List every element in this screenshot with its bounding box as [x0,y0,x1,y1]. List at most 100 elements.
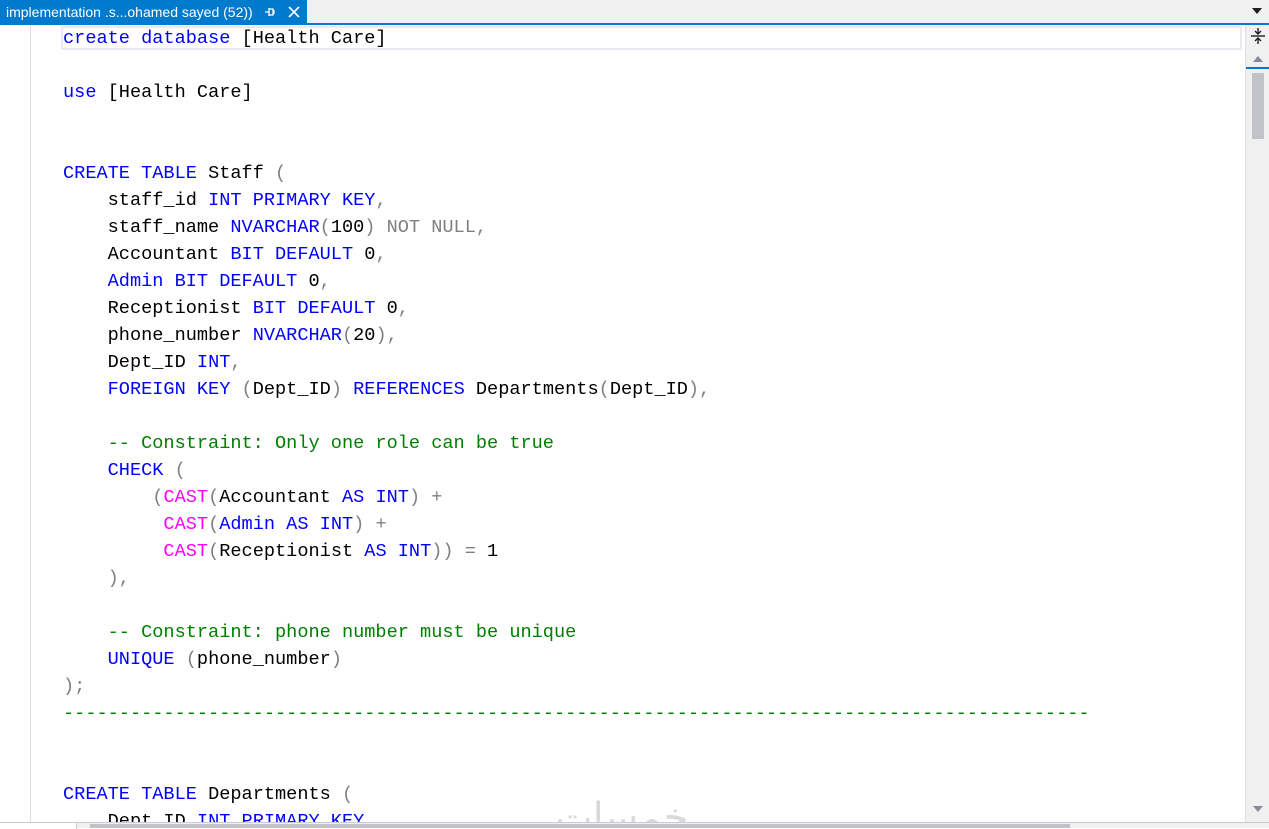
code-line[interactable]: -- Constraint: phone number must be uniq… [63,619,1090,646]
code-line[interactable]: -- Constraint: Only one role can be true [63,430,1090,457]
code-token: ( [174,649,197,670]
code-token: CAST [63,541,209,562]
code-line[interactable]: (CAST(Accountant AS INT) + [63,484,1090,511]
code-token: ( [341,784,354,805]
code-token: CREATE TABLE [63,163,197,184]
code-token: Receptionist [63,298,253,319]
code-token: -- Constraint: phone number must be uniq… [63,622,577,643]
code-token: Dept_ID [63,811,197,822]
code-line[interactable]: FOREIGN KEY ( Dept_ID) REFERENCES Departm… [63,376,1090,403]
code-token: NVARCHAR [252,325,342,346]
code-editor[interactable]: create database [Health Care] use [Health… [0,25,1245,822]
code-token: staff_name [63,217,231,238]
code-token: , [319,271,331,292]
vertical-scrollbar[interactable] [1245,25,1269,822]
code-token: BIT DEFAULT [230,244,354,265]
code-line[interactable]: create database [Health Care] [63,25,1090,52]
code-token: FOREIGN KEY [63,379,231,400]
code-line[interactable]: ----------------------------------------… [63,700,1090,727]
code-token: ) + [353,514,387,535]
code-token: UNIQUE [63,649,175,670]
pin-icon[interactable] [263,5,277,19]
scroll-up-arrow-icon[interactable] [1252,55,1264,63]
code-token: ), [687,379,711,400]
splitter-bar[interactable] [1246,67,1269,69]
code-line[interactable]: CHECK ( [63,457,1090,484]
code-token: phone_number [196,649,331,670]
code-line[interactable]: CAST(Receptionist AS INT)) = 1 [63,538,1090,565]
code-line[interactable]: phone_number NVARCHAR(20), [63,322,1090,349]
code-token: CREATE TABLE [63,784,197,805]
watermark-logo: خمسات [555,795,689,822]
code-token: INT [196,352,231,373]
code-token: CHECK [63,460,164,481]
code-token: ----------------------------------------… [63,703,1090,724]
code-token: Dept_ID [63,352,197,373]
code-token: ( [230,379,253,400]
code-token: BIT DEFAULT [252,298,376,319]
code-token: Admin AS INT [219,514,354,535]
code-line[interactable] [63,754,1090,781]
code-token: use [63,82,97,103]
code-token: Departments [464,379,599,400]
code-token: ), [63,568,130,589]
code-token: ) [330,649,342,670]
document-tab[interactable]: implementation .s...ohamed sayed (52)) [0,0,307,23]
code-token: 0 [297,271,320,292]
code-line[interactable] [63,106,1090,133]
horizontal-scroll-thumb[interactable] [90,824,1070,828]
code-line[interactable]: CREATE TABLE Staff ( [63,160,1090,187]
code-token: ( [208,541,220,562]
code-token: ), [375,325,398,346]
scroll-down-arrow-icon[interactable] [1252,805,1264,813]
tab-list-dropdown-icon[interactable] [1251,6,1263,16]
code-token: CAST [63,514,209,535]
code-line[interactable]: Admin BIT DEFAULT 0, [63,268,1090,295]
code-token: ( [275,163,287,184]
zoom-level-box[interactable] [0,823,77,829]
code-token: create database [63,28,231,49]
code-token: 100 [330,217,365,238]
split-window-icon[interactable] [1249,27,1267,45]
code-token: ) + [408,487,443,508]
code-token: NVARCHAR [230,217,320,238]
document-tab-bar: implementation .s...ohamed sayed (52)) [0,0,1269,25]
code-line[interactable] [63,592,1090,619]
code-token: Accountant [219,487,342,508]
code-token: ( [63,487,164,508]
code-line[interactable]: ), [63,565,1090,592]
code-token: )) = [431,541,476,562]
code-line[interactable] [63,52,1090,79]
code-line[interactable]: Dept_ID INT, [63,349,1090,376]
code-token: ) [330,379,354,400]
code-line[interactable]: UNIQUE (phone_number) [63,646,1090,673]
code-token: , [375,190,387,211]
horizontal-scrollbar[interactable] [0,822,1269,829]
code-line[interactable]: staff_name NVARCHAR(100) NOT NULL, [63,214,1090,241]
code-token: ( [341,325,354,346]
code-line[interactable] [63,727,1090,754]
code-line[interactable] [63,133,1090,160]
code-token: , [375,244,387,265]
code-token: INT PRIMARY KEY [208,190,376,211]
code-line[interactable]: ); [63,673,1090,700]
code-token: [Health Care] [96,82,253,103]
code-line[interactable]: staff_id INT PRIMARY KEY, [63,187,1090,214]
code-line[interactable] [63,403,1090,430]
code-line[interactable]: CAST(Admin AS INT) + [63,511,1090,538]
code-token: REFERENCES [353,379,465,400]
scroll-thumb[interactable] [1252,73,1264,139]
code-token: 1 [475,541,499,562]
close-icon[interactable] [287,5,301,19]
code-token: Dept_ID [609,379,688,400]
code-line[interactable]: Accountant BIT DEFAULT 0, [63,241,1090,268]
code-token: AS INT [364,541,432,562]
code-token: , [364,811,376,822]
code-text[interactable]: create database [Health Care] use [Health… [63,25,1090,822]
code-line[interactable]: use [Health Care] [63,79,1090,106]
code-token: Staff [196,163,276,184]
code-token: Admin BIT DEFAULT [63,271,298,292]
code-token: AS INT [342,487,409,508]
code-token: 0 [353,244,376,265]
code-line[interactable]: Receptionist BIT DEFAULT 0, [63,295,1090,322]
